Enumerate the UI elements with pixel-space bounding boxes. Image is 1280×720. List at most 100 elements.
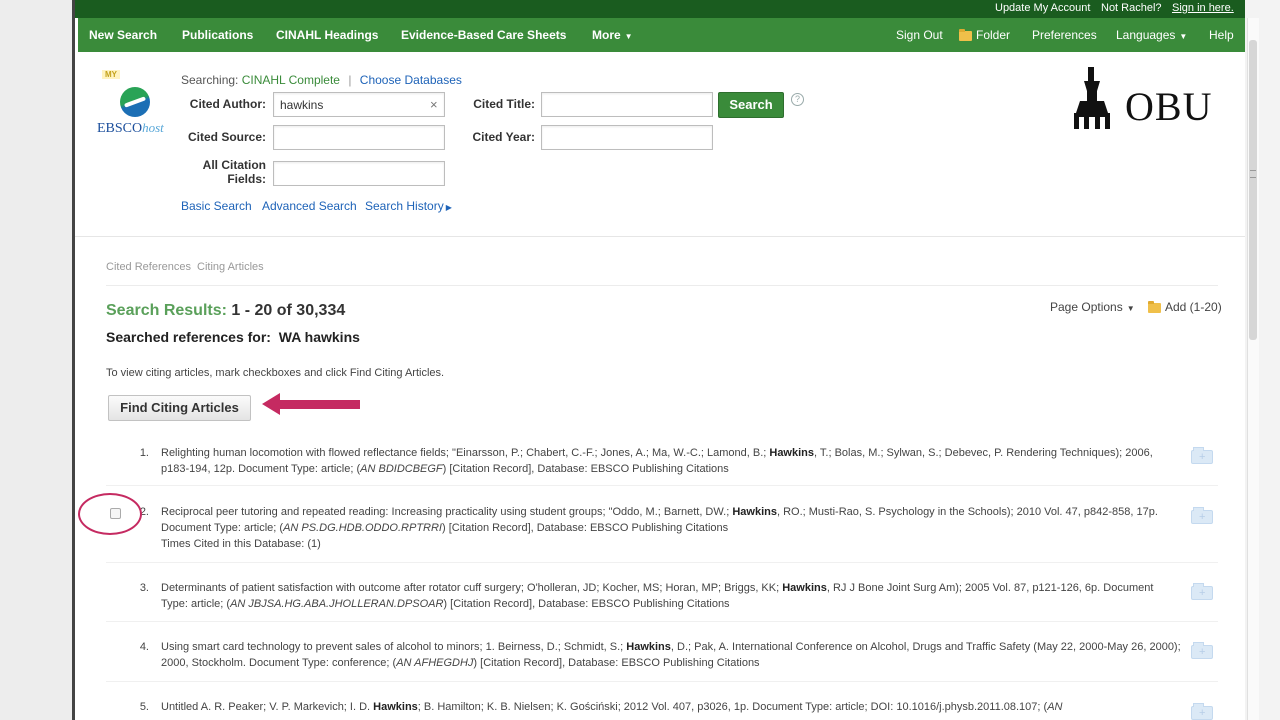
update-account-link[interactable]: Update My Account	[995, 2, 1090, 14]
nav-more[interactable]: More ▼	[592, 28, 633, 42]
times-cited-link[interactable]: Times Cited in this Database: (1)	[161, 538, 321, 550]
result-text: Untitled A. R. Peaker; V. P. Markevich; …	[161, 699, 1181, 715]
searched-for-value: WA hawkins	[278, 329, 360, 345]
nav-languages-label: Languages	[1116, 28, 1176, 42]
searched-for: Searched references for: WA hawkins	[106, 329, 360, 345]
result-author-highlight: Hawkins	[732, 506, 777, 518]
result-tail: ) [Citation Record], Database: EBSCO Pub…	[443, 598, 730, 610]
clear-icon[interactable]: ×	[430, 97, 438, 112]
result-number: 4.	[139, 641, 149, 653]
main-navbar: New Search Publications CINAHL Headings …	[78, 18, 1245, 52]
caret-down-icon: ▼	[624, 32, 633, 41]
not-user-text: Not Rachel?	[1101, 2, 1162, 14]
breadcrumb: Cited References Citing Articles	[106, 261, 270, 273]
breadcrumb-citing-articles[interactable]: Citing Articles	[197, 261, 264, 273]
all-citation-label-line-2: Fields:	[227, 172, 266, 186]
caret-down-icon: ▼	[1126, 304, 1135, 313]
scrollbar-thumb[interactable]	[1249, 40, 1257, 340]
nav-cinahl-headings[interactable]: CINAHL Headings	[276, 28, 378, 42]
result-title-text[interactable]: Using smart card technology to prevent s…	[161, 641, 626, 653]
result-author-highlight: Hawkins	[769, 447, 815, 459]
result-text: Using smart card technology to prevent s…	[161, 639, 1181, 671]
searched-for-label: Searched references for:	[106, 329, 271, 345]
choose-databases-link[interactable]: Choose Databases	[360, 73, 462, 87]
nav-new-search[interactable]: New Search	[89, 28, 157, 42]
result-accession-number: AN PS.DG.HDB.ODDO.RPTRRI	[283, 522, 442, 534]
add-folder-icon[interactable]	[1191, 507, 1213, 525]
nav-folder[interactable]: Folder	[959, 28, 1010, 42]
annotation-arrow-icon	[262, 393, 360, 415]
result-number: 3.	[139, 582, 149, 594]
result-title-text[interactable]: Untitled A. R. Peaker; V. P. Markevich; …	[161, 701, 373, 713]
result-accession-number: AN	[1047, 701, 1063, 713]
result-accession-number: AN AFHEGDHJ	[396, 657, 474, 669]
result-text: Reciprocal peer tutoring and repeated re…	[161, 504, 1181, 552]
nav-help[interactable]: Help	[1209, 28, 1234, 42]
results-title: Search Results: 1 - 20 of 30,334	[106, 302, 345, 320]
sign-in-link[interactable]: Sign in here.	[1172, 2, 1234, 14]
search-history-label: Search History	[365, 199, 444, 213]
result-title-text[interactable]: Relighting human locomotion with flowed …	[161, 447, 769, 459]
nav-evidence-based-care-sheets[interactable]: Evidence-Based Care Sheets	[401, 28, 566, 42]
search-button[interactable]: Search	[718, 92, 784, 118]
folder-icon	[1148, 300, 1161, 313]
result-author-highlight: Hawkins	[782, 582, 827, 594]
instruction-text: To view citing articles, mark checkboxes…	[106, 367, 445, 379]
ebsco-logo-text[interactable]: EBSCOhost	[97, 120, 164, 137]
result-title-text[interactable]: Determinants of patient satisfaction wit…	[161, 582, 782, 594]
nav-sign-out[interactable]: Sign Out	[896, 28, 943, 42]
caret-down-icon: ▼	[1179, 32, 1188, 41]
results-title-label: Search Results:	[106, 302, 227, 319]
cited-source-input[interactable]	[273, 125, 445, 150]
all-citation-label-line-1: All Citation	[202, 158, 266, 172]
cited-title-label: Cited Title:	[473, 97, 535, 111]
searching-line: Searching: CINAHL Complete | Choose Data…	[181, 73, 462, 87]
search-history-link[interactable]: Search History ▶	[365, 199, 452, 213]
left-margin	[0, 0, 75, 720]
nav-more-label: More	[592, 28, 621, 42]
scrollbar-grip	[1250, 170, 1256, 178]
ebsco-logo-icon[interactable]	[120, 87, 150, 117]
result-divider	[106, 681, 1218, 682]
all-citation-input[interactable]	[273, 161, 445, 186]
results-range: 1 - 20 of 30,334	[231, 302, 346, 319]
breadcrumb-cited-references[interactable]: Cited References	[106, 261, 191, 273]
nav-folder-label: Folder	[976, 28, 1011, 42]
searching-database: CINAHL Complete	[241, 73, 340, 87]
cited-year-label: Cited Year:	[472, 130, 535, 144]
result-tail: ) [Citation Record], Database: EBSCO Pub…	[442, 463, 729, 475]
result-tail: ) [Citation Record], Database: EBSCO Pub…	[473, 657, 760, 669]
obu-tower-icon	[1074, 67, 1110, 129]
result-details: ; B. Hamilton; K. B. Nielsen; K. Gościńs…	[417, 701, 1048, 713]
result-title-text[interactable]: Reciprocal peer tutoring and repeated re…	[161, 506, 732, 518]
annotation-highlight-circle	[78, 493, 142, 535]
header-divider	[75, 236, 1245, 237]
basic-search-link[interactable]: Basic Search	[181, 199, 252, 213]
add-to-folder-button[interactable]: Add (1-20)	[1148, 300, 1222, 314]
cited-title-input[interactable]	[541, 92, 713, 117]
caret-right-icon: ▶	[445, 203, 452, 212]
help-icon[interactable]: ?	[791, 93, 804, 106]
cited-author-label: Cited Author:	[189, 97, 266, 111]
result-divider	[106, 485, 1218, 486]
add-folder-icon[interactable]	[1191, 447, 1213, 465]
my-ebsco-badge[interactable]: MY	[102, 70, 120, 79]
nav-languages[interactable]: Languages ▼	[1116, 28, 1187, 42]
searching-label: Searching:	[181, 73, 239, 87]
advanced-search-link[interactable]: Advanced Search	[262, 199, 357, 213]
cited-author-input[interactable]	[273, 92, 445, 117]
cited-year-input[interactable]	[541, 125, 713, 150]
find-citing-articles-button[interactable]: Find Citing Articles	[108, 395, 251, 421]
page-options-dropdown[interactable]: Page Options ▼	[1050, 300, 1135, 314]
result-number: 1.	[139, 447, 149, 459]
result-divider	[106, 562, 1218, 563]
nav-publications[interactable]: Publications	[182, 28, 253, 42]
top-account-bar: Update My Account Not Rachel? Sign in he…	[75, 0, 1245, 18]
add-folder-icon[interactable]	[1191, 642, 1213, 660]
nav-preferences[interactable]: Preferences	[1032, 28, 1097, 42]
add-folder-icon[interactable]	[1191, 703, 1213, 720]
result-author-highlight: Hawkins	[626, 641, 671, 653]
cited-source-label: Cited Source:	[187, 130, 266, 144]
add-folder-icon[interactable]	[1191, 583, 1213, 601]
result-text: Relighting human locomotion with flowed …	[161, 445, 1181, 477]
